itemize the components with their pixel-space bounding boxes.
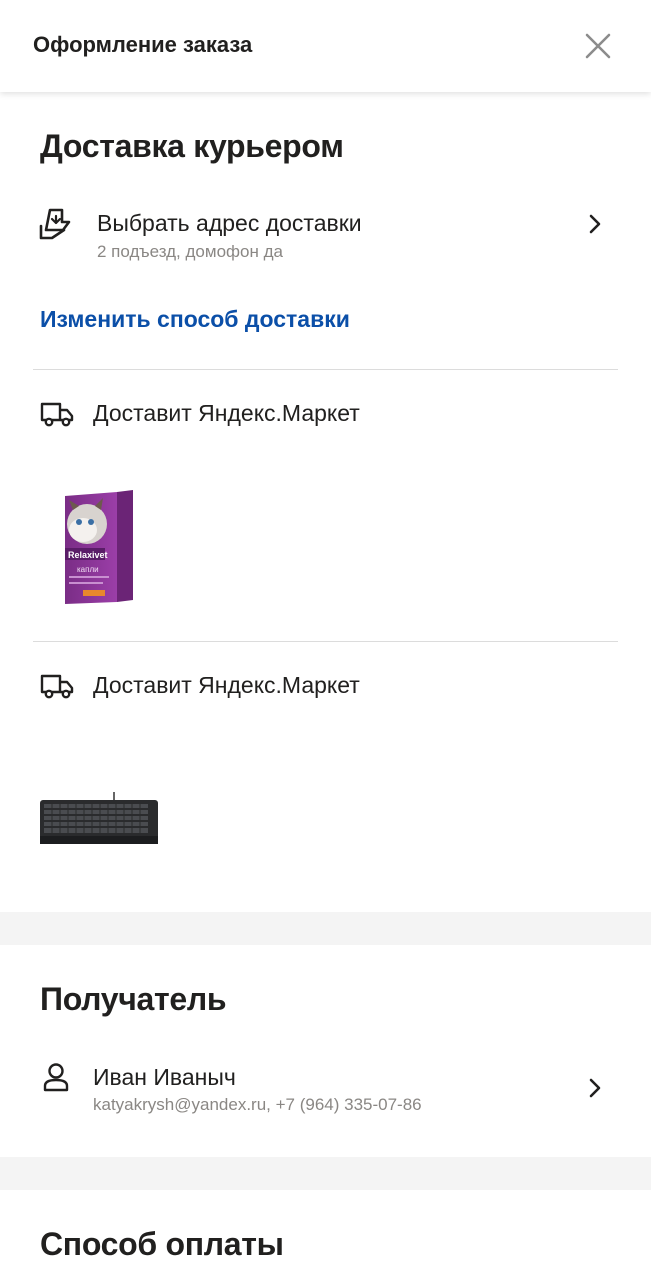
delivery-address-subtitle: 2 подъезд, домофон да bbox=[97, 242, 283, 261]
recipient-section-title: Получатель bbox=[40, 981, 227, 1017]
delivery-section-title: Доставка курьером bbox=[40, 128, 344, 164]
close-icon bbox=[585, 33, 611, 59]
close-button[interactable] bbox=[580, 28, 616, 64]
shipment-carrier: Доставит Яндекс.Маркет bbox=[93, 400, 360, 426]
section-separator bbox=[0, 912, 651, 945]
truck-icon bbox=[40, 402, 74, 427]
payment-section-title: Способ оплаты bbox=[40, 1226, 284, 1262]
delivery-address-title: Выбрать адрес доставки bbox=[97, 210, 362, 236]
top-bar: Оформление заказа bbox=[0, 0, 651, 92]
page-title: Оформление заказа bbox=[33, 32, 253, 57]
truck-icon bbox=[40, 674, 74, 699]
product-brand-label: Relaxivet bbox=[68, 550, 108, 560]
product-image-keyboard[interactable] bbox=[38, 792, 160, 846]
divider bbox=[33, 641, 618, 642]
user-icon bbox=[43, 1063, 69, 1092]
product-image-relaxivet[interactable]: Relaxivet капли bbox=[55, 488, 140, 610]
change-delivery-method-link[interactable]: Изменить способ доставки bbox=[40, 306, 350, 333]
divider bbox=[33, 369, 618, 370]
package-address-icon bbox=[39, 208, 71, 240]
shipment-carrier: Доставит Яндекс.Маркет bbox=[93, 672, 360, 698]
section-separator bbox=[0, 1157, 651, 1190]
chevron-right-icon bbox=[589, 214, 601, 234]
recipient-contact: katyakrysh@yandex.ru, +7 (964) 335-07-86 bbox=[93, 1095, 422, 1114]
chevron-right-icon bbox=[589, 1078, 601, 1098]
recipient-name: Иван Иваныч bbox=[93, 1064, 236, 1090]
product-name-label: капли bbox=[77, 565, 99, 574]
